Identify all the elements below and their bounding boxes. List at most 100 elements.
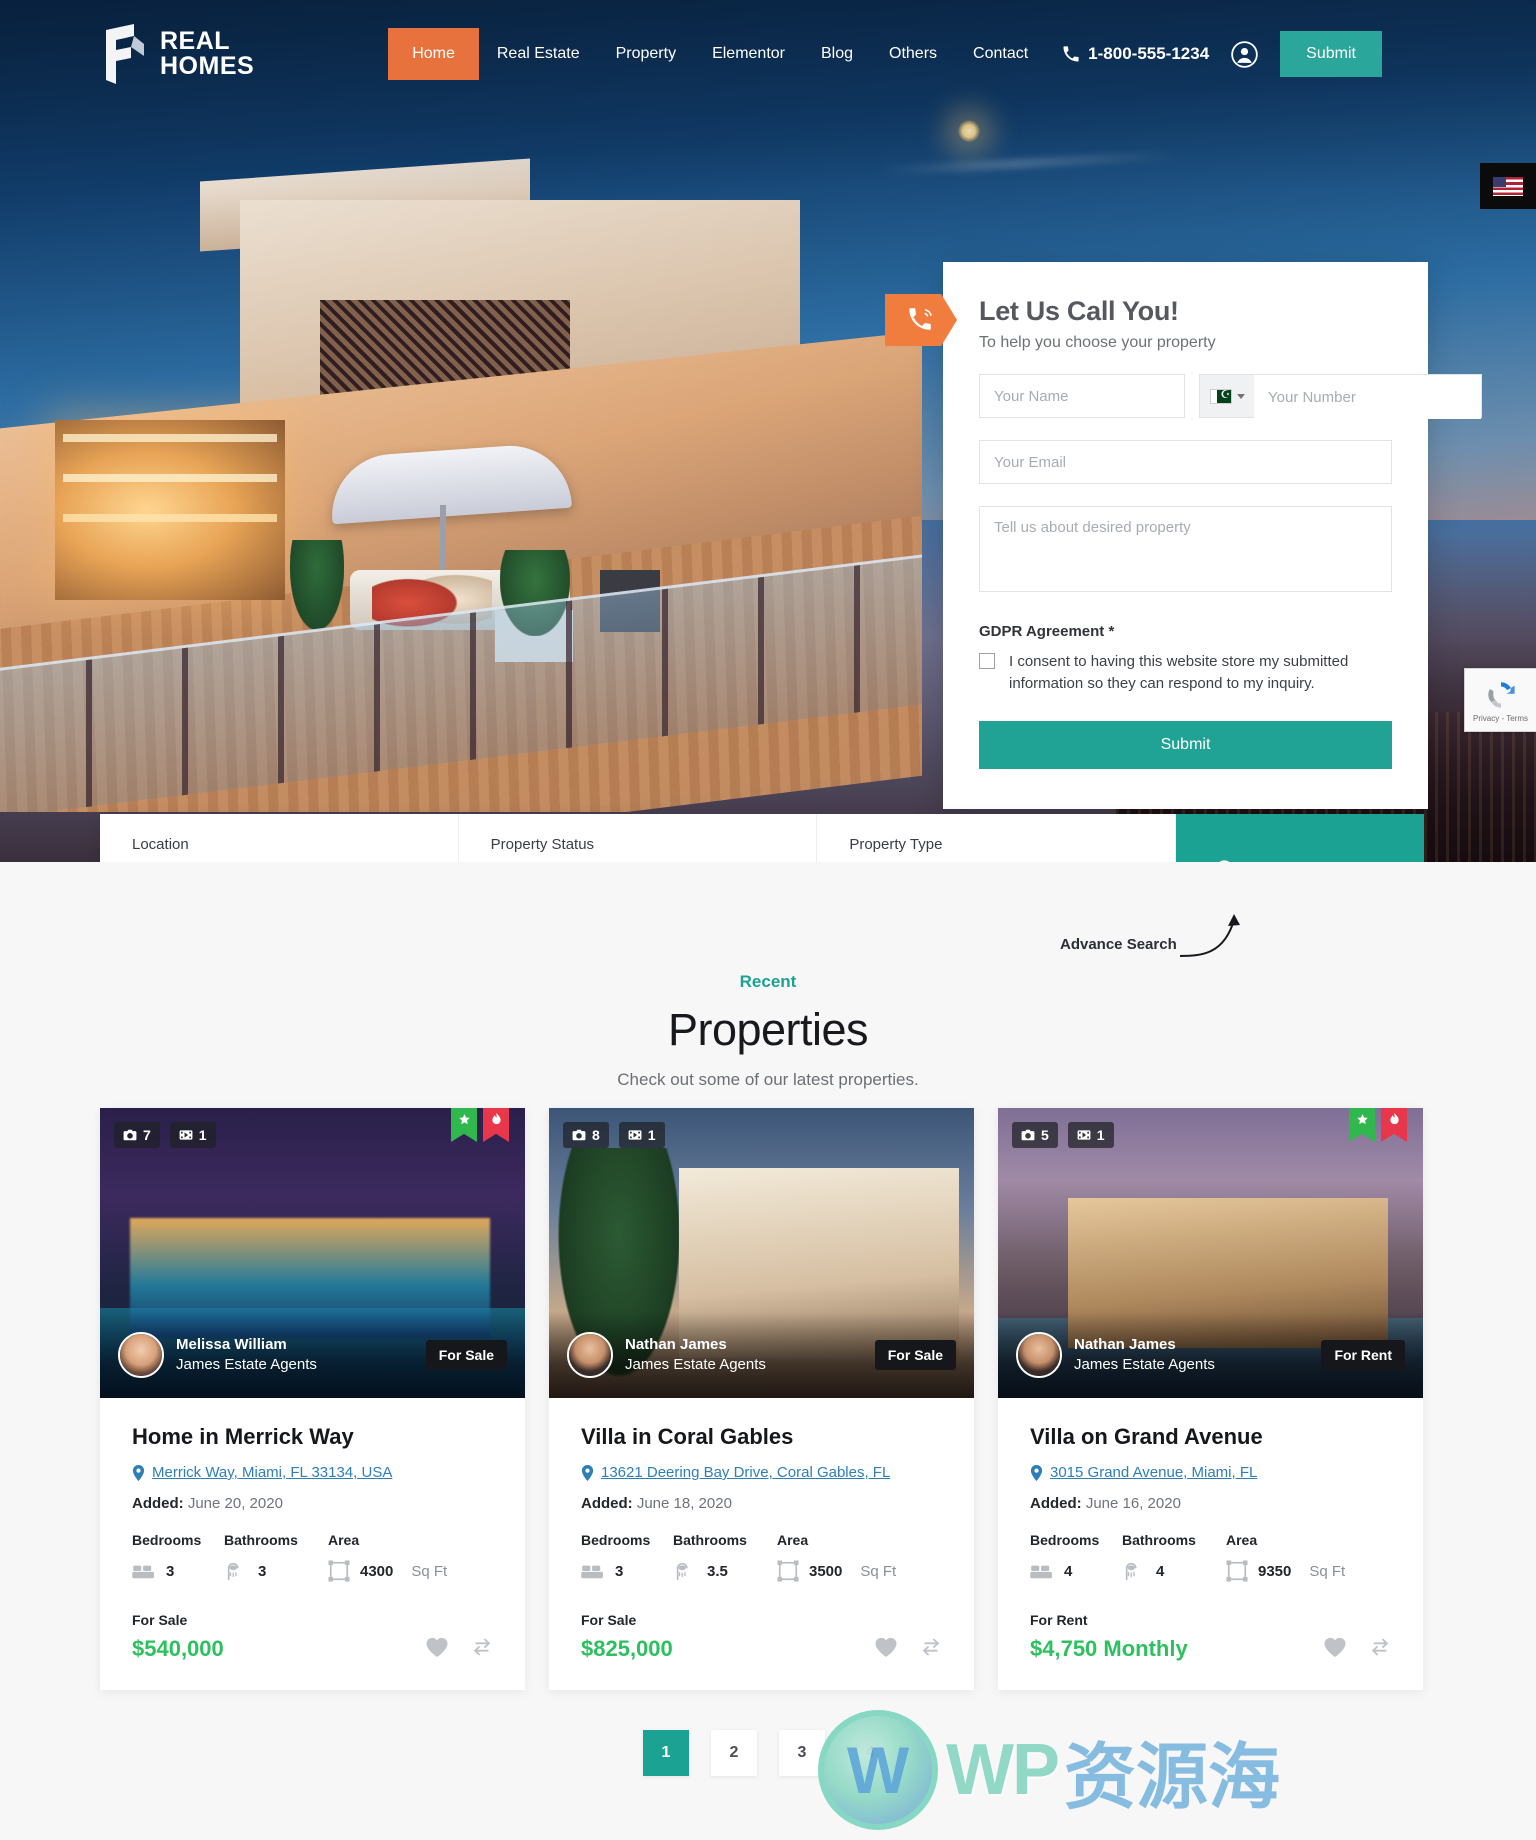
- advance-search-arrow-icon: [1179, 914, 1240, 957]
- property-title[interactable]: Villa on Grand Avenue: [1030, 1424, 1391, 1450]
- recaptcha-badge[interactable]: Privacy - Terms: [1464, 668, 1536, 732]
- agent-avatar[interactable]: [567, 1332, 613, 1378]
- pagination-page-2[interactable]: 2: [711, 1730, 757, 1776]
- property-title[interactable]: Home in Merrick Way: [132, 1424, 493, 1450]
- video-count-badge: 1: [1067, 1122, 1114, 1148]
- map-pin-icon: [132, 1464, 145, 1481]
- compare-arrows-icon[interactable]: [471, 1636, 493, 1658]
- user-account-icon[interactable]: [1231, 40, 1258, 68]
- added-label: Added:: [1030, 1495, 1082, 1512]
- agent-name: Nathan James: [1074, 1335, 1176, 1353]
- property-address-link[interactable]: 13621 Deering Bay Drive, Coral Gables, F…: [601, 1464, 890, 1481]
- search-button[interactable]: Search: [1276, 814, 1425, 862]
- video-count: 1: [647, 1127, 656, 1143]
- property-meta-headers: Bedrooms Bathrooms Area: [132, 1532, 493, 1548]
- potted-plant: [290, 540, 344, 630]
- house-r-logo-icon: [100, 22, 146, 86]
- main-navigation: Home Real Estate Property Elementor Blog…: [388, 28, 1046, 80]
- phone-number: 1-800-555-1234: [1088, 44, 1210, 63]
- nav-item-home[interactable]: Home: [388, 28, 479, 80]
- pagination-page-1[interactable]: 1: [643, 1730, 689, 1776]
- agent-info: Melissa William James Estate Agents: [176, 1336, 317, 1374]
- email-input[interactable]: [979, 440, 1392, 484]
- property-address-link[interactable]: Merrick Way, Miami, FL 33134, USA: [152, 1464, 392, 1481]
- property-card-body: Villa in Coral Gables 13621 Deering Bay …: [549, 1398, 974, 1690]
- pakistan-flag-icon: [1209, 388, 1232, 404]
- property-card-footer: For Rent $4,750 Monthly: [1030, 1612, 1391, 1662]
- nav-item-blog[interactable]: Blog: [803, 28, 871, 80]
- photo-count-badge: 8: [563, 1122, 609, 1148]
- name-input[interactable]: [979, 374, 1185, 418]
- language-switcher[interactable]: [1480, 163, 1536, 209]
- phone-icon: [1063, 46, 1079, 62]
- heart-icon[interactable]: [425, 1636, 449, 1658]
- search-field-location[interactable]: Location All Locations: [100, 814, 459, 862]
- chevron-down-icon: [1236, 393, 1245, 399]
- property-meta-headers: Bedrooms Bathrooms Area: [581, 1532, 942, 1548]
- area-icon: [1226, 1560, 1248, 1582]
- heart-icon[interactable]: [874, 1636, 898, 1658]
- agent-avatar[interactable]: [118, 1332, 164, 1378]
- search-field-status[interactable]: Property Status Any: [459, 814, 818, 862]
- shower-icon: [676, 1562, 688, 1581]
- country-flag-dropdown[interactable]: [1200, 375, 1254, 417]
- bedrooms-value-group: 3: [132, 1562, 224, 1580]
- property-card-footer: For Sale $540,000: [132, 1612, 493, 1662]
- bathrooms-header: Bathrooms: [673, 1532, 747, 1548]
- property-image[interactable]: 8 1 Nathan James James Estate Agents For…: [549, 1108, 974, 1398]
- area-value: 3500: [809, 1562, 843, 1580]
- photo-count-badge: 5: [1012, 1122, 1058, 1148]
- nav-item-others[interactable]: Others: [871, 28, 955, 80]
- bathrooms-header: Bathrooms: [224, 1532, 298, 1548]
- search-field-type[interactable]: Property Type All Types: [817, 814, 1177, 862]
- property-meta-values: 3 3.5 3500 Sq Ft: [581, 1560, 942, 1582]
- property-card-body: Villa on Grand Avenue 3015 Grand Avenue,…: [998, 1398, 1423, 1690]
- area-value-group: 4300 Sq Ft: [328, 1560, 447, 1582]
- nav-item-property[interactable]: Property: [598, 28, 694, 80]
- phone-input[interactable]: [1254, 375, 1481, 419]
- agent-info: Nathan James James Estate Agents: [1074, 1336, 1215, 1374]
- gdpr-consent-text: I consent to having this website store m…: [1009, 653, 1349, 692]
- compare-arrows-icon[interactable]: [1369, 1636, 1391, 1658]
- header-submit-button[interactable]: Submit: [1280, 31, 1382, 77]
- gdpr-checkbox[interactable]: [979, 653, 995, 669]
- camera-icon: [1021, 1129, 1035, 1141]
- property-card[interactable]: 8 1 Nathan James James Estate Agents For…: [549, 1108, 974, 1690]
- heart-icon[interactable]: [1323, 1636, 1347, 1658]
- agent-avatar[interactable]: [1016, 1332, 1062, 1378]
- property-card[interactable]: 5 1 Nathan James James Estate Agents For…: [998, 1108, 1423, 1690]
- property-image[interactable]: 7 1 Melissa William James Estate Agents …: [100, 1108, 525, 1398]
- area-header: Area: [1226, 1532, 1258, 1548]
- phone-input-group: [1199, 374, 1482, 419]
- property-address[interactable]: Merrick Way, Miami, FL 33134, USA: [132, 1464, 493, 1481]
- bed-icon: [581, 1565, 603, 1579]
- property-title[interactable]: Villa in Coral Gables: [581, 1424, 942, 1450]
- map-pin-icon: [1030, 1464, 1043, 1481]
- agent-info: Nathan James James Estate Agents: [625, 1336, 766, 1374]
- nav-item-contact[interactable]: Contact: [955, 28, 1046, 80]
- property-image[interactable]: 5 1 Nathan James James Estate Agents For…: [998, 1108, 1423, 1398]
- hero-banner: REAL HOMES Home Real Estate Property Ele…: [0, 0, 1536, 862]
- video-count-badge: 1: [169, 1122, 216, 1148]
- nav-item-elementor[interactable]: Elementor: [694, 28, 803, 80]
- message-textarea[interactable]: [979, 506, 1392, 592]
- property-card[interactable]: 7 1 Melissa William James Estate Agents …: [100, 1108, 525, 1690]
- search-button-label: Search: [1338, 860, 1392, 862]
- nav-item-real-estate[interactable]: Real Estate: [479, 28, 598, 80]
- advance-search-button[interactable]: [1176, 814, 1277, 862]
- bedrooms-value-group: 4: [1030, 1562, 1122, 1580]
- area-unit: Sq Ft: [860, 1562, 897, 1580]
- callback-submit-button[interactable]: Submit: [979, 720, 1392, 769]
- name-phone-row: [979, 374, 1482, 419]
- site-logo[interactable]: REAL HOMES: [100, 22, 254, 86]
- property-actions: [874, 1636, 942, 1662]
- logo-line-1: REAL: [160, 27, 231, 55]
- header-phone[interactable]: 1-800-555-1234: [1062, 44, 1209, 64]
- compare-arrows-icon[interactable]: [920, 1636, 942, 1658]
- property-address[interactable]: 3015 Grand Avenue, Miami, FL: [1030, 1464, 1391, 1481]
- property-address-link[interactable]: 3015 Grand Avenue, Miami, FL: [1050, 1464, 1257, 1481]
- bathrooms-value: 3: [258, 1562, 267, 1580]
- video-icon: [179, 1130, 193, 1140]
- map-pin-icon: [581, 1464, 594, 1481]
- property-address[interactable]: 13621 Deering Bay Drive, Coral Gables, F…: [581, 1464, 942, 1481]
